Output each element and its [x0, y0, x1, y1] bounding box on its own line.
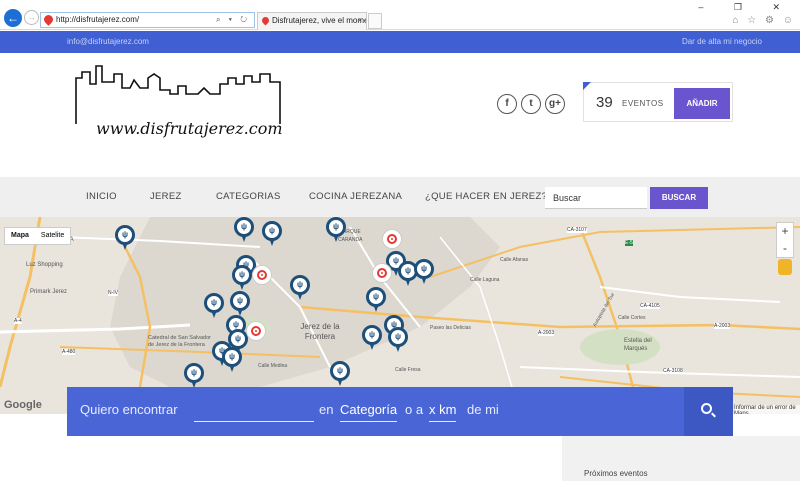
zoom-control: + - — [776, 222, 794, 258]
address-bar[interactable]: http://disfrutajerez.com/ ⌕ ▾ ↻ — [40, 12, 255, 28]
window-controls[interactable]: – ❐ ✕ — [698, 2, 794, 13]
map-label-a480: A-480 — [62, 349, 76, 355]
map-pin[interactable]: ψ — [204, 293, 224, 319]
site-logo[interactable]: www.disfrutajerez.com — [74, 64, 294, 144]
nav-item-categorias[interactable]: CATEGORIAS — [216, 191, 281, 202]
finder-query-input[interactable] — [194, 399, 314, 422]
finder-prefix: Quiero encontrar — [80, 402, 178, 417]
contact-email-link[interactable]: info@disfrutajerez.com — [67, 37, 149, 46]
map-marker-red[interactable] — [252, 265, 272, 285]
search-button[interactable]: BUSCAR — [650, 187, 708, 209]
map-label-a2003-right: A-2003 — [714, 323, 731, 329]
map-label-fresa: Calle Fresa — [395, 367, 421, 373]
zoom-in-button[interactable]: + — [777, 223, 793, 240]
map-label-delicias: Paseo las Delicias — [430, 325, 471, 331]
browser-tab[interactable]: Disfrutajerez, vive el mome... × — [257, 12, 367, 30]
map-pin[interactable]: ψ — [232, 265, 252, 291]
map-label-primark: Primark Jerez — [30, 289, 68, 295]
map-label-cortes: Calle Cortes — [618, 315, 646, 321]
tab-close-icon[interactable]: × — [357, 13, 362, 29]
events-map[interactable]: IKEA Luz Shopping Primark Jerez N-IV A-4… — [0, 217, 800, 414]
map-type-map[interactable]: Mapa — [5, 228, 35, 244]
map-marker-red[interactable] — [382, 229, 402, 249]
finder-search-button[interactable] — [684, 387, 733, 436]
category-select[interactable]: Categoría — [340, 402, 398, 422]
social-links: f t g+ — [497, 93, 569, 114]
map-label-calle-afanas: Calle Afanas — [500, 257, 529, 263]
map-pin[interactable]: ψ — [388, 327, 408, 353]
event-finder: Quiero encontrar en Categoría o a x km d… — [67, 387, 733, 436]
map-label-ca4105: CA-4105 — [640, 303, 660, 309]
address-tools[interactable]: ⌕ ▾ ↻ — [216, 13, 250, 27]
google-logo: Google — [4, 399, 42, 411]
map-label-luz-shopping: Luz Shopping — [26, 262, 63, 268]
logo-text: www.disfrutajerez.com — [96, 119, 283, 138]
map-label-calle-laguna: Calle Laguna — [470, 277, 500, 283]
map-label-a2003-left: A-2003 — [538, 330, 555, 336]
map-marker-red[interactable] — [246, 321, 266, 341]
search-icon-handle — [711, 412, 716, 418]
map-pin[interactable]: ψ — [262, 221, 282, 247]
nav-item-que-hacer[interactable]: ¿QUE HACER EN JEREZ? — [425, 191, 547, 202]
forward-button[interactable]: → — [24, 10, 39, 25]
map-type-control: Mapa Satelite — [4, 227, 72, 245]
add-event-button[interactable]: AÑADIR — [674, 88, 730, 119]
event-count-label: EVENTOS — [622, 99, 664, 108]
finder-suffix: de mi — [467, 402, 499, 417]
main-nav: INICIO JEREZ CATEGORIAS COCINA JEREZANA … — [0, 177, 800, 217]
facebook-icon[interactable]: f — [497, 94, 517, 114]
map-pin[interactable]: ψ — [184, 363, 204, 389]
map-label-estella: Estella del Marqués — [624, 338, 652, 352]
report-map-error-link[interactable]: Informar de un error de Maps — [734, 405, 800, 414]
back-button[interactable]: ← — [4, 9, 22, 27]
site-favicon-icon — [42, 13, 55, 26]
search-icon — [701, 403, 712, 414]
events-counter: 39 EVENTOS AÑADIR — [583, 82, 733, 122]
nav-item-cocina[interactable]: COCINA JEREZANA — [309, 191, 402, 202]
sidebar: Próximos eventos — [562, 436, 800, 481]
map-label-ca3108: CA-3108 — [663, 368, 683, 374]
zoom-out-button[interactable]: - — [777, 240, 793, 257]
map-pin[interactable]: ψ — [366, 287, 386, 313]
map-pin[interactable]: ψ — [414, 259, 434, 285]
map-label-n-iv: N-IV — [108, 290, 118, 296]
map-pin[interactable]: ψ — [115, 225, 135, 251]
nav-item-inicio[interactable]: INICIO — [86, 191, 117, 202]
tab-title: Disfrutajerez, vive el mome... — [272, 16, 367, 25]
nav-item-jerez[interactable]: JEREZ — [150, 191, 182, 202]
map-pin[interactable]: ψ — [362, 325, 382, 351]
twitter-icon[interactable]: t — [521, 94, 541, 114]
tab-favicon-icon — [260, 15, 271, 26]
browser-toolbar: ← → http://disfrutajerez.com/ ⌕ ▾ ↻ Disf… — [0, 0, 800, 30]
browser-tool-icons[interactable]: ⌂ ☆ ⚙ ☺ — [732, 15, 796, 26]
search-input[interactable]: Buscar — [545, 187, 647, 209]
map-label-a4: A-4 — [14, 318, 22, 324]
address-url: http://disfrutajerez.com/ — [56, 15, 140, 24]
map-pin[interactable]: ψ — [234, 217, 254, 243]
map-pin[interactable]: ψ — [326, 217, 346, 243]
map-label-e5: E-5 — [625, 240, 633, 246]
register-business-link[interactable]: Dar de alta mi negocio — [682, 37, 762, 46]
map-label-ca3107: CA-3107 — [567, 227, 587, 233]
map-pin[interactable]: ψ — [330, 361, 350, 387]
map-label-catedral: Catedral de San Salvador de Jerez de la … — [148, 335, 211, 348]
corner-accent — [583, 82, 591, 90]
finder-in-word: en — [319, 402, 334, 417]
distance-select[interactable]: x km — [429, 402, 457, 422]
map-marker-red[interactable] — [372, 263, 392, 283]
map-label-medina: Calle Medina — [258, 363, 288, 369]
map-type-satellite[interactable]: Satelite — [35, 228, 70, 244]
skyline-logo-icon: www.disfrutajerez.com — [75, 65, 283, 138]
google-plus-icon[interactable]: g+ — [545, 94, 565, 114]
map-pin[interactable]: ψ — [230, 291, 250, 317]
street-view-pegman-icon[interactable] — [778, 259, 792, 275]
map-label-jerez: Jerez de la Frontera — [300, 322, 340, 341]
event-count: 39 — [596, 94, 613, 111]
map-pin[interactable]: ψ — [222, 347, 242, 373]
new-tab-button[interactable] — [368, 13, 382, 29]
top-strip: info@disfrutajerez.com Dar de alta mi ne… — [0, 31, 800, 53]
map-pin[interactable]: ψ — [290, 275, 310, 301]
upcoming-events-heading: Próximos eventos — [584, 469, 648, 478]
finder-or-word: o a — [405, 402, 424, 417]
